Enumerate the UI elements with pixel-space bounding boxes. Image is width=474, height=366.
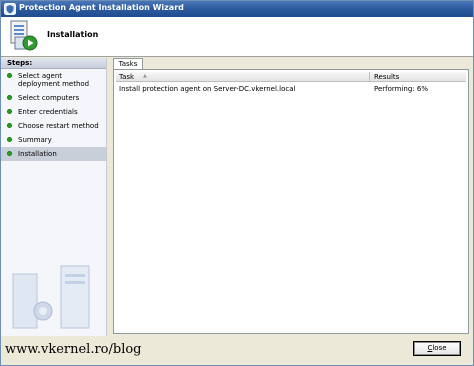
- title-bar[interactable]: Protection Agent Installation Wizard: [1, 1, 473, 17]
- step-complete-icon: [7, 123, 12, 128]
- table-header: Task ▲ Results: [116, 72, 466, 82]
- step-complete-icon: [7, 95, 12, 100]
- step-complete-icon: [7, 109, 12, 114]
- column-header-results[interactable]: Results: [374, 73, 399, 81]
- tasks-tab-area: Tasks Task ▲ Results Install protection …: [113, 58, 469, 334]
- step-complete-icon: [7, 73, 12, 78]
- close-button-label: lose: [432, 344, 447, 352]
- column-header-task[interactable]: Task: [119, 73, 134, 81]
- step-enter-credentials[interactable]: Enter credentials: [1, 105, 106, 119]
- table-row[interactable]: Install protection agent on Server-DC.vk…: [116, 84, 466, 94]
- step-complete-icon: [7, 137, 12, 142]
- step-label: Installation: [18, 150, 57, 158]
- step-label: Enter credentials: [18, 108, 78, 116]
- step-summary[interactable]: Summary: [1, 133, 106, 147]
- step-current-icon: [7, 151, 12, 156]
- step-choose-restart-method[interactable]: Choose restart method: [1, 119, 106, 133]
- tasks-panel: Task ▲ Results Install protection agent …: [113, 69, 469, 334]
- task-cell: Install protection agent on Server-DC.vk…: [119, 85, 296, 93]
- step-select-agent-deployment-method[interactable]: Select agent deployment method: [1, 69, 106, 91]
- step-installation[interactable]: Installation: [1, 147, 106, 161]
- steps-sidebar: Steps: Select agent deployment method Se…: [1, 58, 107, 336]
- sort-indicator-icon: ▲: [143, 73, 147, 79]
- step-label: Summary: [18, 136, 52, 144]
- page-title: Installation: [47, 30, 99, 39]
- column-separator[interactable]: [369, 72, 370, 82]
- step-label: Select agent deployment method: [18, 72, 90, 88]
- step-label: Choose restart method: [18, 122, 99, 130]
- step-label: Select computers: [18, 94, 80, 102]
- installation-icon: [10, 20, 38, 51]
- steps-heading: Steps:: [1, 58, 106, 69]
- step-select-computers[interactable]: Select computers: [1, 91, 106, 105]
- watermark-text: www.vkernel.ro/blog: [5, 342, 142, 357]
- servers-decoration-icon: [12, 265, 90, 329]
- wizard-header: Installation: [1, 17, 473, 57]
- window-title: Protection Agent Installation Wizard: [19, 3, 184, 12]
- app-shield-icon: [4, 3, 16, 15]
- result-cell: Performing: 6%: [374, 85, 428, 93]
- wizard-window: Protection Agent Installation Wizard Ins…: [0, 0, 474, 366]
- close-button[interactable]: Close: [413, 341, 461, 356]
